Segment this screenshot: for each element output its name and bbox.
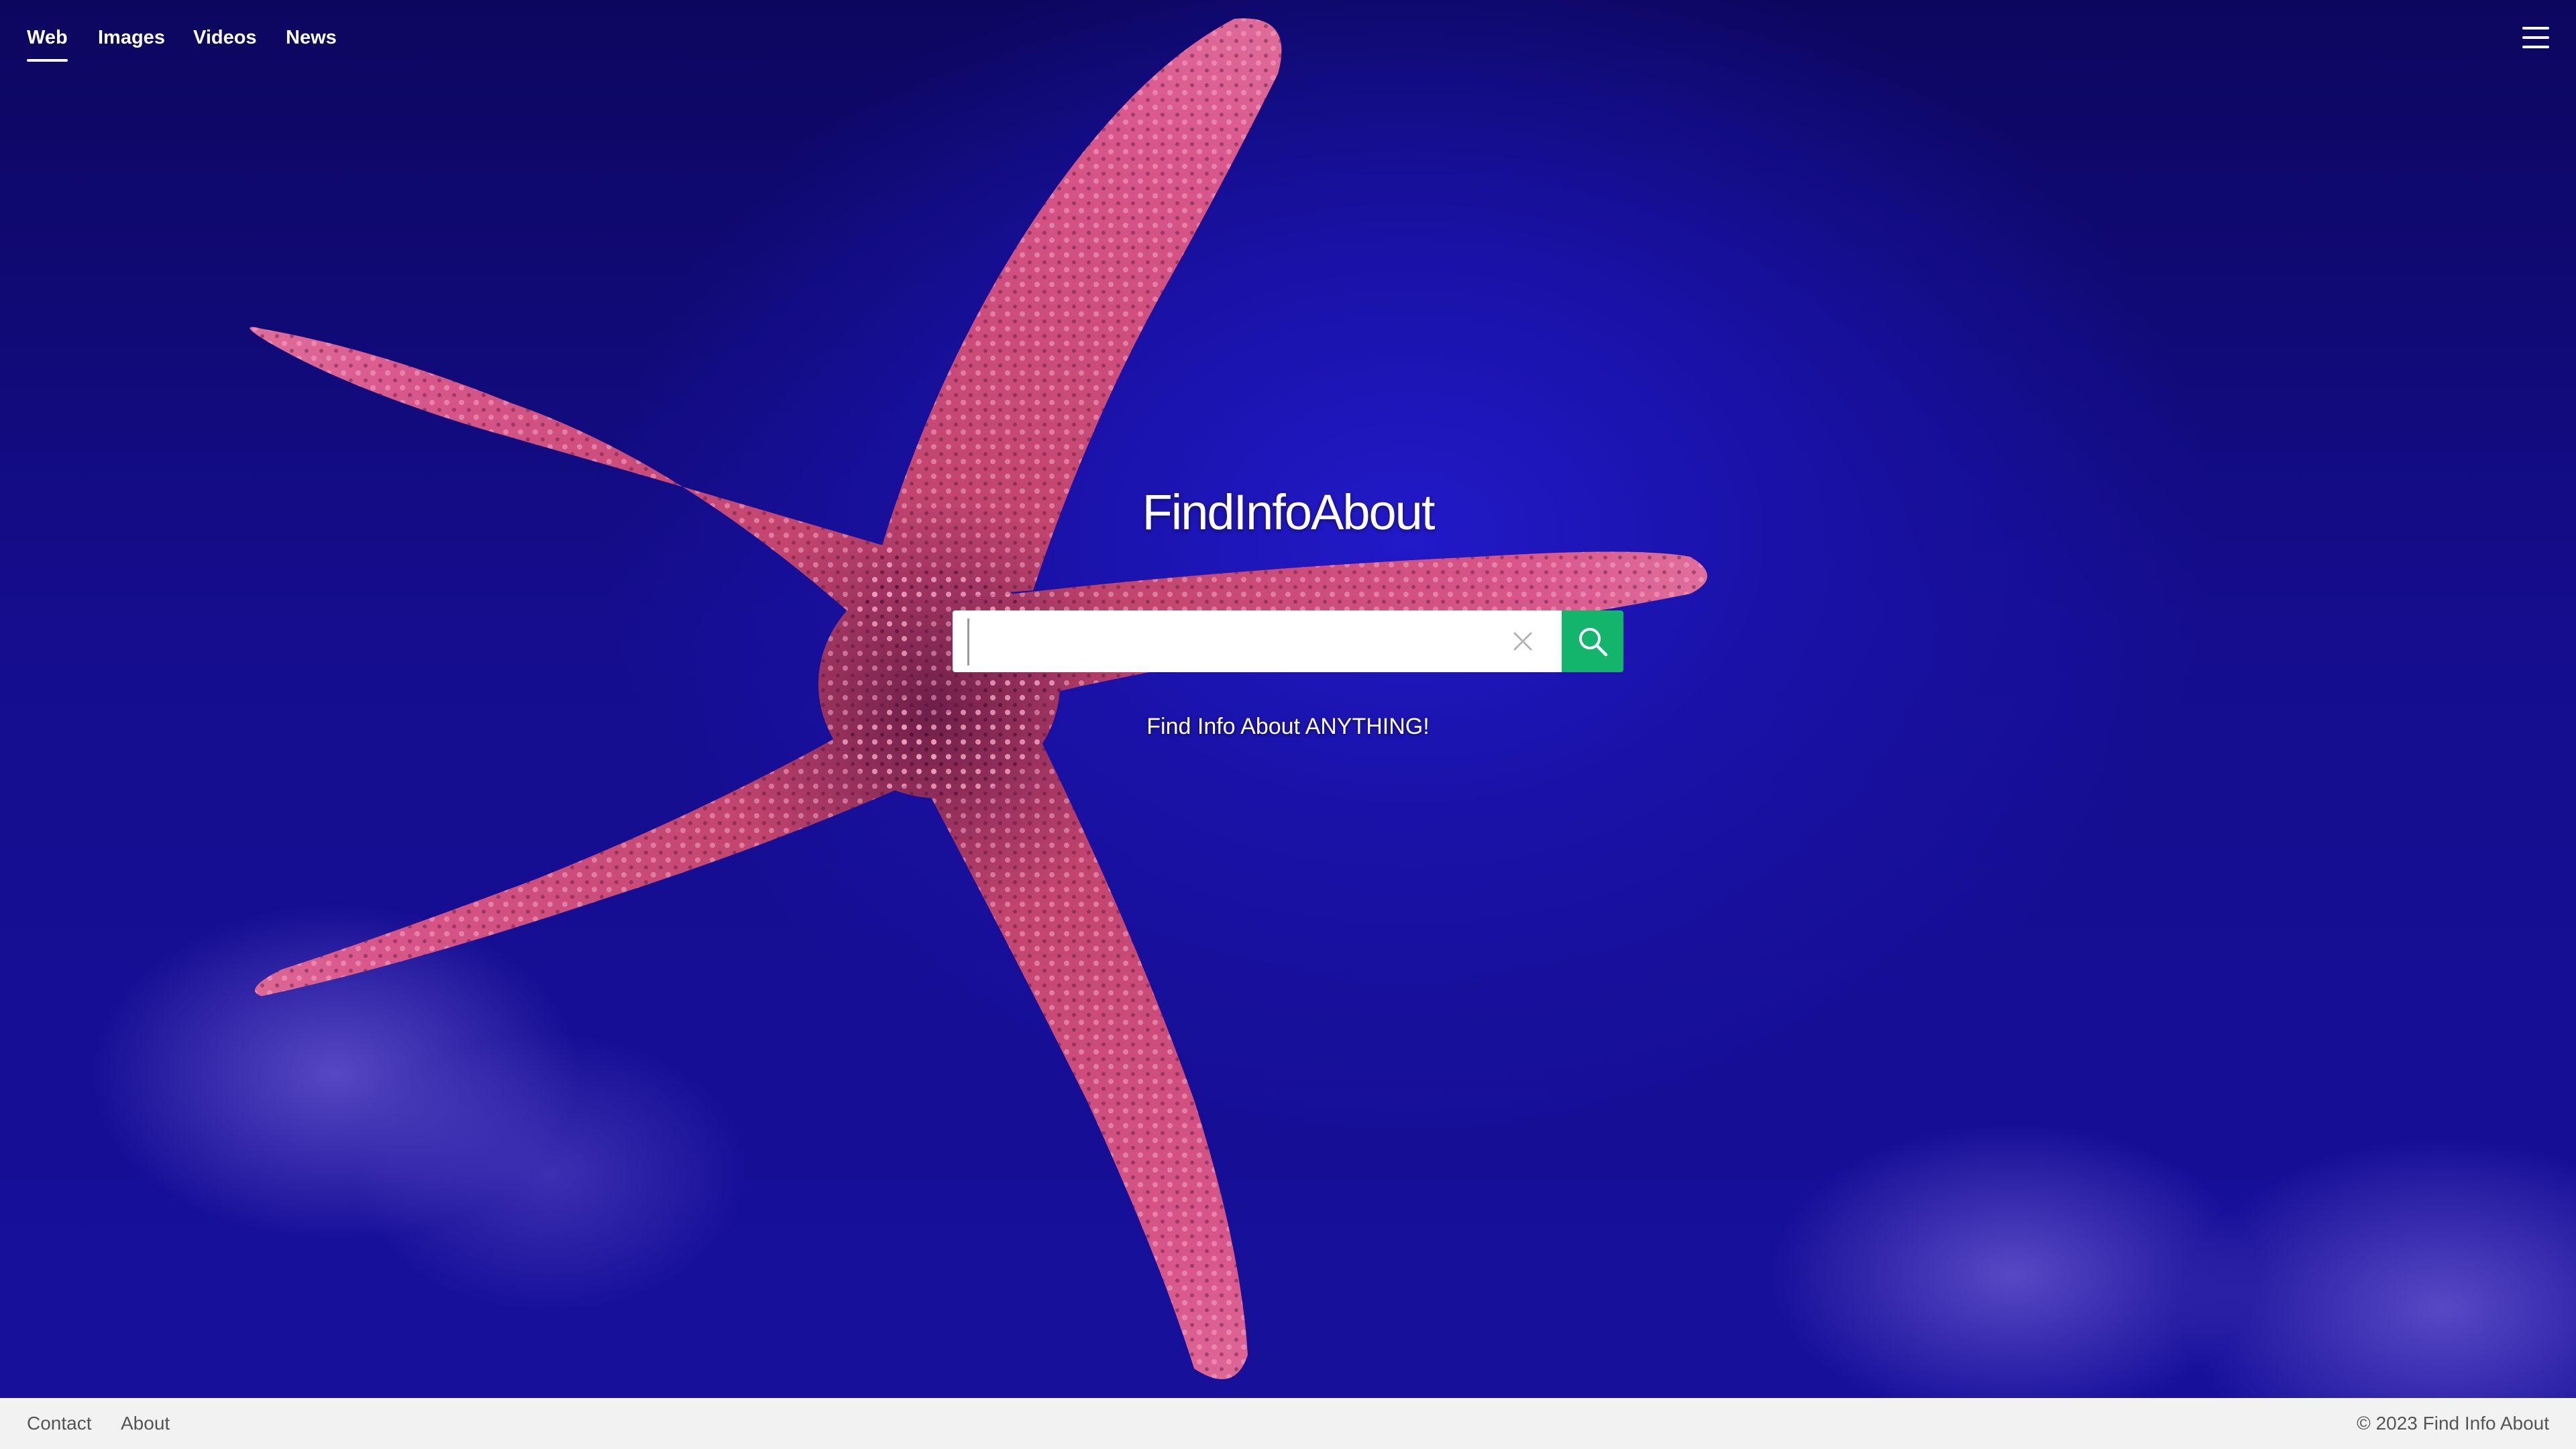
tagline: Find Info About ANYTHING! <box>1146 714 1430 739</box>
tab-news[interactable]: News <box>286 24 337 62</box>
search-button[interactable] <box>1562 610 1623 672</box>
footer: Contact About © 2023 Find Info About <box>0 1398 2576 1449</box>
top-navigation: Web Images Videos News <box>0 0 2576 74</box>
tab-videos[interactable]: Videos <box>193 24 257 62</box>
copyright-text: © 2023 Find Info About <box>2357 1413 2549 1434</box>
footer-link-about[interactable]: About <box>121 1410 170 1437</box>
tab-web[interactable]: Web <box>27 24 68 62</box>
hamburger-menu-icon[interactable] <box>2521 25 2551 50</box>
site-logo: FindInfoAbout <box>1142 484 1436 540</box>
starfish-background-illustration <box>250 18 1707 1379</box>
tab-images[interactable]: Images <box>98 24 165 62</box>
footer-link-contact[interactable]: Contact <box>27 1410 92 1437</box>
background-image <box>0 0 2576 1398</box>
search-input[interactable] <box>967 619 1501 665</box>
search-icon <box>1579 628 1608 657</box>
close-icon[interactable] <box>1509 628 1536 655</box>
search-box <box>953 610 1562 672</box>
